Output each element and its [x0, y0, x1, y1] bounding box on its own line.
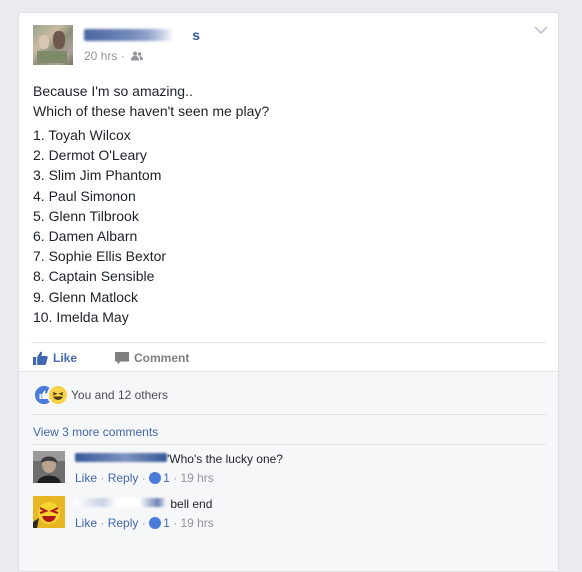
post-list: 1. Toyah Wilcox 2. Dermot O'Leary 3. Sli…	[33, 125, 543, 327]
comment-like-count[interactable]: 1	[163, 471, 170, 485]
mini-like-icon	[149, 472, 162, 484]
list-item: 5. Glenn Tilbrook	[33, 207, 139, 224]
comment-text: 'Who's the lucky one?	[167, 452, 283, 466]
divider	[31, 342, 546, 343]
comment-timestamp[interactable]: 19 hrs	[180, 471, 213, 485]
list-item: 4. Paul Simonon	[33, 187, 136, 204]
like-button[interactable]: Like	[33, 347, 77, 369]
comment-body: bell end Like · Reply · 1 · 19 hrs	[75, 496, 525, 531]
comment-button[interactable]: Comment	[115, 347, 189, 369]
comment-timestamp[interactable]: 19 hrs	[180, 516, 213, 530]
post-text-line-2: Which of these haven't seen me play?	[33, 103, 270, 119]
friends-icon[interactable]	[131, 51, 144, 61]
post-timestamp[interactable]: 20 hrs	[84, 49, 117, 63]
list-item: 2. Dermot O'Leary	[33, 147, 147, 164]
comment-body: 'Who's the lucky one? Like · Reply · 1 ·…	[75, 451, 525, 486]
comment-like-link[interactable]: Like	[75, 471, 97, 485]
list-item: 8. Captain Sensible	[33, 268, 155, 285]
mini-like-icon	[149, 517, 162, 529]
post-meta: 20 hrs ·	[84, 48, 144, 64]
post-card: s 20 hrs · Because I'm so amazing.. Whic…	[18, 12, 559, 572]
comment-like-count[interactable]: 1	[163, 516, 170, 530]
comment-reply-link[interactable]: Reply	[108, 516, 139, 530]
author-name[interactable]: s	[84, 25, 204, 45]
list-item: 9. Glenn Matlock	[33, 288, 139, 305]
list-item: 10. Imelda May	[33, 308, 129, 325]
list-item: 7. Sophie Ellis Bextor	[33, 248, 167, 265]
comment-bubble-icon	[115, 352, 129, 365]
post-header: s 20 hrs ·	[33, 25, 533, 67]
list-item: 3. Slim Jim Phantom	[33, 167, 162, 184]
divider	[31, 444, 546, 445]
chevron-down-icon[interactable]	[534, 25, 548, 35]
like-thumb-icon	[33, 351, 48, 365]
commenter-name-redacted[interactable]	[75, 496, 167, 512]
comment-meta: Like · Reply · 1 · 19 hrs	[75, 471, 214, 485]
view-more-comments-link[interactable]: View 3 more comments	[33, 424, 158, 440]
author-avatar[interactable]	[33, 25, 73, 65]
comment-meta: Like · Reply · 1 · 19 hrs	[75, 516, 214, 530]
post-actions: Like Comment	[33, 347, 533, 371]
list-item: 6. Damen Albarn	[33, 228, 138, 245]
commenter-name-redacted[interactable]	[75, 451, 167, 467]
reactions-count: You and 12 others	[71, 388, 168, 402]
divider	[31, 414, 546, 415]
commenter-avatar[interactable]	[33, 451, 65, 483]
haha-reaction-icon	[47, 384, 69, 406]
comments-area: You and 12 others View 3 more comments '…	[19, 371, 558, 571]
comment-text: bell end	[170, 497, 213, 511]
list-item: 1. Toyah Wilcox	[33, 127, 131, 143]
comment: bell end Like · Reply · 1 · 19 hrs	[33, 496, 533, 536]
comment-like-link[interactable]: Like	[75, 516, 97, 530]
post-text-line-1: Because I'm so amazing..	[33, 83, 193, 99]
post-text: Because I'm so amazing.. Which of these …	[33, 81, 543, 121]
comment: 'Who's the lucky one? Like · Reply · 1 ·…	[33, 451, 533, 491]
commenter-avatar[interactable]	[33, 496, 65, 528]
comment-reply-link[interactable]: Reply	[108, 471, 139, 485]
